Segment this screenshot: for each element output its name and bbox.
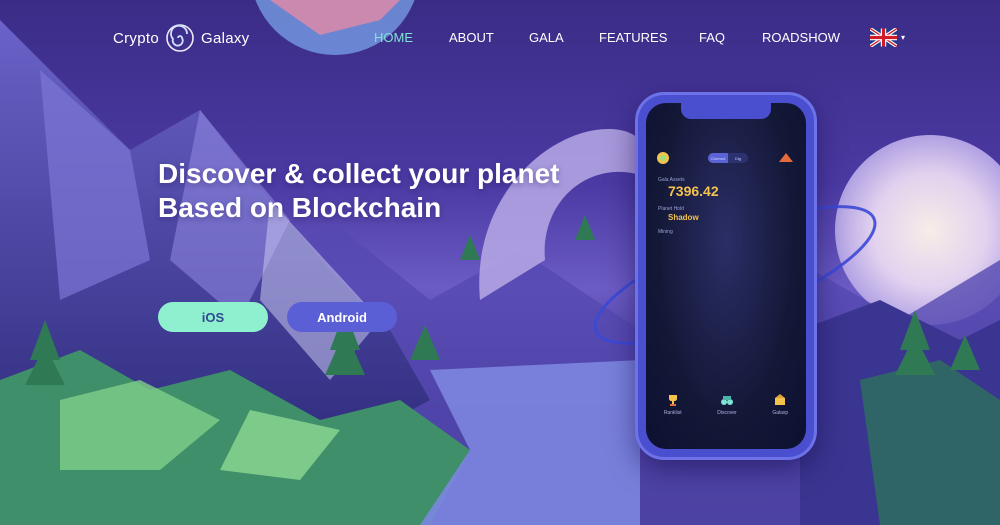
site-header: Crypto Galaxy HOME ABOUT GALA FEATURES F… [0, 0, 1000, 75]
main-nav: HOME ABOUT GALA FEATURES FAQ ROADSHOW [374, 30, 852, 45]
hero-title-line2: Based on Blockchain [158, 192, 442, 223]
uk-flag-icon [870, 28, 897, 47]
phone-nav-galaxp-label: Galaxp [772, 410, 789, 416]
phone-nav-ranklist[interactable]: Ranklist [664, 393, 682, 416]
notification-icon[interactable] [778, 151, 794, 163]
trophy-icon [668, 395, 677, 406]
phone-screen: Claimed Dig Gala Assets 7396.42 Planet H… [646, 103, 806, 449]
brand-name-left: Crypto [113, 29, 159, 47]
nav-about[interactable]: ABOUT [449, 30, 529, 45]
nav-faq[interactable]: FAQ [699, 30, 762, 45]
phone-nav-discover-label: Discover [717, 410, 737, 416]
planet-label: Planet Hold [658, 206, 684, 212]
phone-nav-galaxp[interactable]: Galaxp [772, 393, 788, 416]
phone-nav-ranklist-label: Ranklist [663, 410, 682, 416]
toggle-claimed[interactable]: Claimed [708, 153, 728, 163]
nav-home[interactable]: HOME [374, 30, 449, 45]
claim-toggle[interactable]: Claimed Dig [708, 153, 748, 163]
sun-badge-icon [657, 152, 669, 164]
spiral-galaxy-icon [166, 24, 194, 52]
toggle-dig[interactable]: Dig [728, 153, 748, 163]
mining-label: Mining [658, 229, 673, 235]
planet-value: Shadow [668, 213, 699, 222]
hero-title-line1: Discover & collect your planet [158, 158, 560, 189]
page: Crypto Galaxy HOME ABOUT GALA FEATURES F… [0, 0, 1000, 525]
phone-mockup: Claimed Dig Gala Assets 7396.42 Planet H… [638, 95, 814, 457]
phone-notch [681, 103, 771, 119]
android-download-button[interactable]: Android [287, 302, 397, 332]
nav-features[interactable]: FEATURES [599, 30, 699, 45]
brand-logo[interactable]: Crypto Galaxy [113, 22, 249, 54]
brand-name-right: Galaxy [200, 29, 250, 47]
background-scene [0, 0, 1000, 525]
binoculars-icon [720, 396, 733, 405]
language-selector[interactable]: ▾ [870, 28, 905, 47]
treasure-icon [775, 394, 786, 405]
nav-gala[interactable]: GALA [529, 30, 599, 45]
assets-value: 7396.42 [668, 183, 719, 199]
chevron-down-icon: ▾ [901, 33, 906, 42]
nav-roadshow[interactable]: ROADSHOW [762, 30, 852, 45]
phone-bottom-nav: Ranklist Discover Galaxp [646, 393, 806, 416]
phone-nav-discover[interactable]: Discover [717, 393, 737, 416]
hero-title: Discover & collect your planet Based on … [158, 157, 559, 225]
ios-download-button[interactable]: iOS [158, 302, 268, 332]
